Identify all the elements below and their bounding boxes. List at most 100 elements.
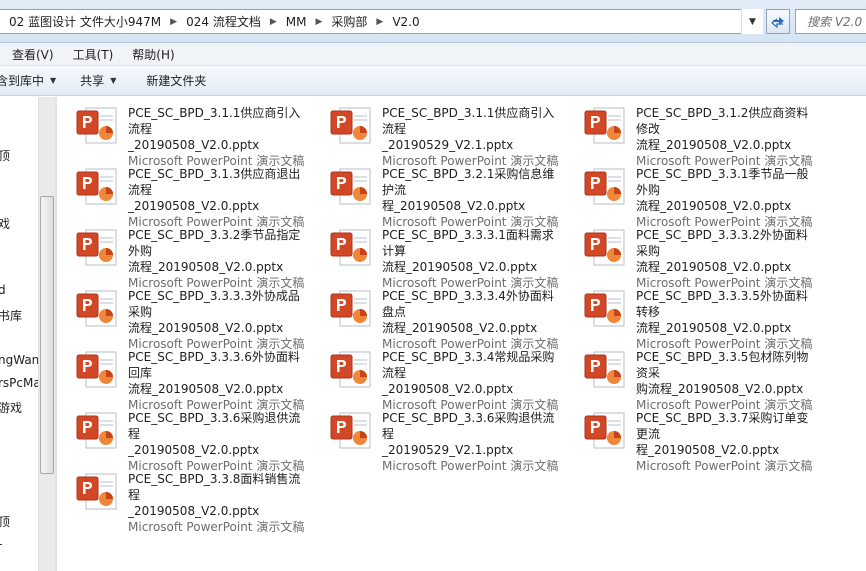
file-name-line: 流程_20190508_V2.0.pptx [128,321,284,335]
file-item[interactable]: PCE_SC_BPD_3.3.3.5外协面料转移 流程_20190508_V2.0… [565,280,815,351]
file-name-line: 流程_20190508_V2.0.pptx [382,260,538,274]
breadcrumb-item[interactable]: 02 蓝图设计 文件大小947M [5,13,165,30]
file-type-label: Microsoft PowerPoint 演示文稿 [382,459,559,473]
new-folder-label: 新建文件夹 [146,74,207,88]
file-type-label: Microsoft PowerPoint 演示文稿 [128,520,305,534]
file-name-line: _20190529_V2.1.pptx [382,138,514,152]
file-text: PCE_SC_BPD_3.3.8面料销售流程 _20190508_V2.0.ppt… [128,471,306,535]
nav-item[interactable]: 游戏 [0,399,22,416]
share-button[interactable]: 共享 ▼ [80,72,116,89]
file-name-line: PCE_SC_BPD_3.3.6采购退供流程 [382,411,555,441]
command-toolbar: 含到库中 ▼ 共享 ▼ 新建文件夹 [0,66,866,96]
breadcrumb-separator-icon[interactable]: ▶ [310,17,327,27]
file-item[interactable]: PCE_SC_BPD_3.3.3.2外协面料采购 流程_20190508_V2.0… [565,219,815,290]
chevron-down-icon: ▼ [50,76,57,85]
file-item[interactable]: PCE_SC_BPD_3.3.3.3外协成品采购 流程_20190508_V2.0… [57,280,307,351]
file-item[interactable]: PCE_SC_BPD_3.3.3.6外协面料回库 流程_20190508_V2.0… [57,341,307,412]
file-name-line: PCE_SC_BPD_3.3.8面料销售流程 [128,472,301,502]
file-name-line: 流程_20190508_V2.0.pptx [382,321,538,335]
file-item[interactable]: PCE_SC_BPD_3.3.2季节品指定外购 流程_20190508_V2.0.… [57,219,307,290]
powerpoint-file-icon [73,227,121,267]
file-name-line: _20190508_V2.0.pptx [128,443,260,457]
powerpoint-file-icon [581,349,629,389]
file-name-line: 程_20190508_V2.0.pptx [382,199,526,213]
file-item[interactable]: PCE_SC_BPD_3.3.6采购退供流程 _20190508_V2.0.ppt… [57,402,307,473]
menu-tools[interactable]: 工具(T) [66,46,121,63]
powerpoint-file-icon [73,471,121,511]
nav-item[interactable]: 戏 [0,215,10,232]
file-item[interactable]: PCE_SC_BPD_3.2.1采购信息维护流程_20190508_V2.0.p… [311,158,561,229]
scrollbar-thumb[interactable] [40,196,54,474]
menu-bar: 查看(V) 工具(T) 帮助(H) [0,43,866,66]
file-name-line: PCE_SC_BPD_3.3.1季节品一般外购 [636,167,809,197]
file-item[interactable]: PCE_SC_BPD_3.3.5包材陈列物资采 购流程_20190508_V2.0… [565,341,815,412]
file-name-line: 流程_20190508_V2.0.pptx [128,382,284,396]
file-name-line: PCE_SC_BPD_3.3.7采购订单变更流 [636,411,809,441]
file-name-line: PCE_SC_BPD_3.3.3.4外协面料盘点 [382,289,554,319]
menu-view[interactable]: 查看(V) [5,46,61,63]
nav-item[interactable]: d [0,283,6,297]
nav-scrollbar[interactable] [38,97,55,571]
file-item[interactable]: PCE_SC_BPD_3.1.3供应商退出流程 _20190508_V2.0.pp… [57,158,307,229]
powerpoint-file-icon [327,227,375,267]
file-item[interactable]: PCE_SC_BPD_3.3.3.4外协面料盘点流程_20190508_V2.0… [311,280,561,351]
powerpoint-file-icon [327,166,375,206]
refresh-icon [771,16,784,28]
search-input[interactable]: 搜索 V2.0 [795,9,866,34]
file-name-line: PCE_SC_BPD_3.2.1采购信息维护流 [382,167,555,197]
nav-item[interactable]: 顶 [0,147,10,164]
powerpoint-file-icon [73,288,121,328]
file-name-line: _20190508_V2.0.pptx [382,382,514,396]
breadcrumb-separator-icon[interactable]: ▶ [265,17,282,27]
powerpoint-file-icon [73,166,121,206]
breadcrumb-separator-icon[interactable]: ▶ [371,17,388,27]
nav-item[interactable]: ngWan [0,353,38,367]
breadcrumb-separator-icon[interactable]: ▶ [165,17,182,27]
file-item[interactable]: PCE_SC_BPD_3.1.2供应商资料修改 流程_20190508_V2.0.… [565,97,815,168]
nav-item[interactable]: rsPcMa [0,376,38,390]
breadcrumb-item[interactable]: 采购部 [327,13,371,30]
powerpoint-file-icon [581,105,629,145]
file-name-line: _20190508_V2.0.pptx [128,138,260,152]
powerpoint-file-icon [73,410,121,450]
file-name-line: PCE_SC_BPD_3.3.3.2外协面料采购 [636,228,808,258]
menu-help[interactable]: 帮助(H) [125,46,181,63]
share-label: 共享 [80,74,105,88]
file-item[interactable]: PCE_SC_BPD_3.1.1供应商引入流程 _20190508_V2.0.pp… [57,97,307,168]
file-name-line: PCE_SC_BPD_3.1.2供应商资料修改 [636,106,809,136]
breadcrumb-item[interactable]: V2.0 [388,15,423,29]
file-text: PCE_SC_BPD_3.3.6采购退供流程 _20190529_V2.1.ppt… [382,410,560,474]
breadcrumb-item[interactable]: 024 流程文档 [182,13,265,30]
file-item[interactable]: PCE_SC_BPD_3.3.3.1面料需求计算 流程_20190508_V2.0… [311,219,561,290]
address-bar[interactable]: 02 蓝图设计 文件大小947M ▶ 024 流程文档 ▶ MM ▶ 采购部 ▶… [0,9,763,34]
file-item[interactable]: PCE_SC_BPD_3.3.7采购订单变更流 程_20190508_V2.0.p… [565,402,815,473]
file-name-line: _20190529_V2.1.pptx [382,443,514,457]
powerpoint-file-icon [581,166,629,206]
file-name-line: PCE_SC_BPD_3.1.1供应商引入流程 [382,106,555,136]
include-in-library-button[interactable]: 含到库中 ▼ [0,72,56,89]
address-history-dropdown-icon[interactable]: ▼ [741,9,763,34]
address-bar-row: 02 蓝图设计 文件大小947M ▶ 024 流程文档 ▶ MM ▶ 采购部 ▶… [0,0,866,43]
file-item[interactable]: PCE_SC_BPD_3.3.6采购退供流程 _20190529_V2.1.ppt… [311,402,561,473]
file-item[interactable]: PCE_SC_BPD_3.3.8面料销售流程 _20190508_V2.0.ppt… [57,463,307,534]
breadcrumb-item[interactable]: MM [282,15,311,29]
powerpoint-file-icon [327,105,375,145]
new-folder-button[interactable]: 新建文件夹 [146,72,206,89]
navigation-pane: 顶 戏 d 书库 ngWan rsPcMa 游戏 顶 ‑ [0,97,38,571]
file-name-line: 购流程_20190508_V2.0.pptx [636,382,804,396]
file-name-line: _20190508_V2.0.pptx [128,199,260,213]
powerpoint-file-icon [581,288,629,328]
file-name-line: PCE_SC_BPD_3.3.6采购退供流程 [128,411,301,441]
file-item[interactable]: PCE_SC_BPD_3.3.4常规品采购流程 _20190508_V2.0.pp… [311,341,561,412]
nav-item[interactable]: 书库 [0,307,22,324]
powerpoint-file-icon [581,410,629,450]
nav-item[interactable]: ‑ [0,537,2,551]
file-item[interactable]: PCE_SC_BPD_3.3.1季节品一般外购流程_20190508_V2.0.… [565,158,815,229]
nav-item[interactable]: 顶 [0,513,10,530]
file-name-line: PCE_SC_BPD_3.3.4常规品采购流程 [382,350,555,380]
file-name-line: 流程_20190508_V2.0.pptx [636,321,792,335]
refresh-button[interactable] [766,9,790,34]
file-name-line: 流程_20190508_V2.0.pptx [636,199,792,213]
file-text: PCE_SC_BPD_3.3.7采购订单变更流 程_20190508_V2.0.p… [636,410,814,474]
file-item[interactable]: PCE_SC_BPD_3.1.1供应商引入流程 _20190529_V2.1.pp… [311,97,561,168]
